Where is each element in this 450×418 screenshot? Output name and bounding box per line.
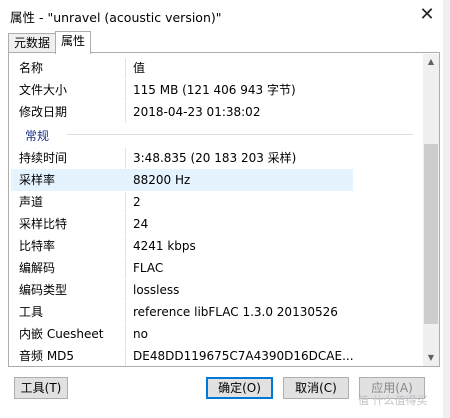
property-value: 3:48.835 (20 183 203 采样)	[133, 151, 297, 165]
ok-button[interactable]: 确定(O)	[206, 377, 273, 399]
header-name: 名称	[19, 61, 44, 75]
column-divider	[125, 148, 126, 169]
property-value: lossless	[133, 283, 180, 297]
property-name: 编解码	[19, 261, 56, 275]
property-value: reference libFLAC 1.3.0 20130526	[133, 305, 338, 319]
group-divider	[67, 134, 413, 135]
list-item[interactable]: 音频 MD5 DE48DD119675C7A4390D16DCAE...	[9, 345, 423, 366]
background-window-edge	[443, 0, 450, 418]
vertical-scrollbar[interactable]: ▲ ▼	[423, 54, 439, 366]
list-item[interactable]: 内嵌 Cuesheet no	[9, 323, 423, 345]
group-label: 常规	[25, 129, 50, 143]
column-divider	[125, 280, 126, 301]
column-divider	[125, 214, 126, 235]
list-item[interactable]: 文件大小 115 MB (121 406 943 字节)	[9, 79, 423, 101]
column-divider	[125, 346, 126, 366]
property-name: 文件大小	[19, 83, 68, 97]
column-divider	[125, 302, 126, 323]
scrollbar-thumb[interactable]	[424, 144, 438, 324]
properties-list[interactable]: 名称 值 文件大小 115 MB (121 406 943 字节) 修改日期 2…	[8, 52, 440, 367]
cancel-button[interactable]: 取消(C)	[283, 377, 349, 399]
close-icon[interactable]: ✕	[412, 4, 442, 26]
property-value: no	[133, 327, 148, 341]
tools-button[interactable]: 工具(T)	[14, 377, 68, 399]
list-item[interactable]: 工具 reference libFLAC 1.3.0 20130526	[9, 301, 423, 323]
list-item[interactable]: 编码类型 lossless	[9, 279, 423, 301]
property-value: 115 MB (121 406 943 字节)	[133, 83, 296, 97]
column-divider	[125, 258, 126, 279]
property-name: 采样比特	[19, 217, 68, 231]
scroll-up-icon[interactable]: ▲	[423, 54, 439, 70]
property-value: 4241 kbps	[133, 239, 196, 253]
column-divider	[125, 102, 126, 123]
list-item[interactable]: 持续时间 3:48.835 (20 183 203 采样)	[9, 147, 423, 169]
property-name: 修改日期	[19, 105, 68, 119]
property-value: 2	[133, 195, 141, 209]
column-divider	[125, 192, 126, 213]
header-value: 值	[133, 61, 146, 75]
property-name: 工具	[19, 305, 44, 319]
list-item[interactable]: 声道 2	[9, 191, 423, 213]
column-divider	[125, 236, 126, 257]
property-name: 采样率	[19, 173, 56, 187]
property-value: DE48DD119675C7A4390D16DCAE...	[133, 349, 354, 363]
property-value: 88200 Hz	[133, 173, 191, 187]
watermark: 值 什么值得买	[358, 394, 428, 407]
scroll-down-icon[interactable]: ▼	[423, 350, 439, 366]
property-name: 编码类型	[19, 283, 68, 297]
property-value: 24	[133, 217, 149, 231]
column-divider	[125, 324, 126, 345]
title-bar: 属性 - "unravel (acoustic version)" ✕	[0, 0, 450, 30]
list-item-selected[interactable]: 采样率 88200 Hz	[11, 169, 353, 191]
list-item[interactable]: 采样比特 24	[9, 213, 423, 235]
group-header-general: 常规	[9, 125, 423, 145]
list-header: 名称 值	[9, 57, 423, 79]
property-name: 声道	[19, 195, 44, 209]
list-item[interactable]: 修改日期 2018-04-23 01:38:02	[9, 101, 423, 123]
window-title: 属性 - "unravel (acoustic version)"	[10, 10, 222, 25]
property-name: 音频 MD5	[19, 349, 75, 363]
property-name: 持续时间	[19, 151, 68, 165]
column-divider	[125, 58, 126, 79]
tab-metadata[interactable]: 元数据	[8, 33, 57, 53]
column-divider	[125, 80, 126, 101]
tab-bar: 元数据 属性	[0, 31, 450, 54]
property-name: 内嵌 Cuesheet	[19, 327, 104, 341]
list-item[interactable]: 比特率 4241 kbps	[9, 235, 423, 257]
list-item[interactable]: 编解码 FLAC	[9, 257, 423, 279]
property-value: 2018-04-23 01:38:02	[133, 105, 261, 119]
property-name: 比特率	[19, 239, 56, 253]
tab-properties[interactable]: 属性	[55, 31, 92, 54]
property-value: FLAC	[133, 261, 164, 275]
